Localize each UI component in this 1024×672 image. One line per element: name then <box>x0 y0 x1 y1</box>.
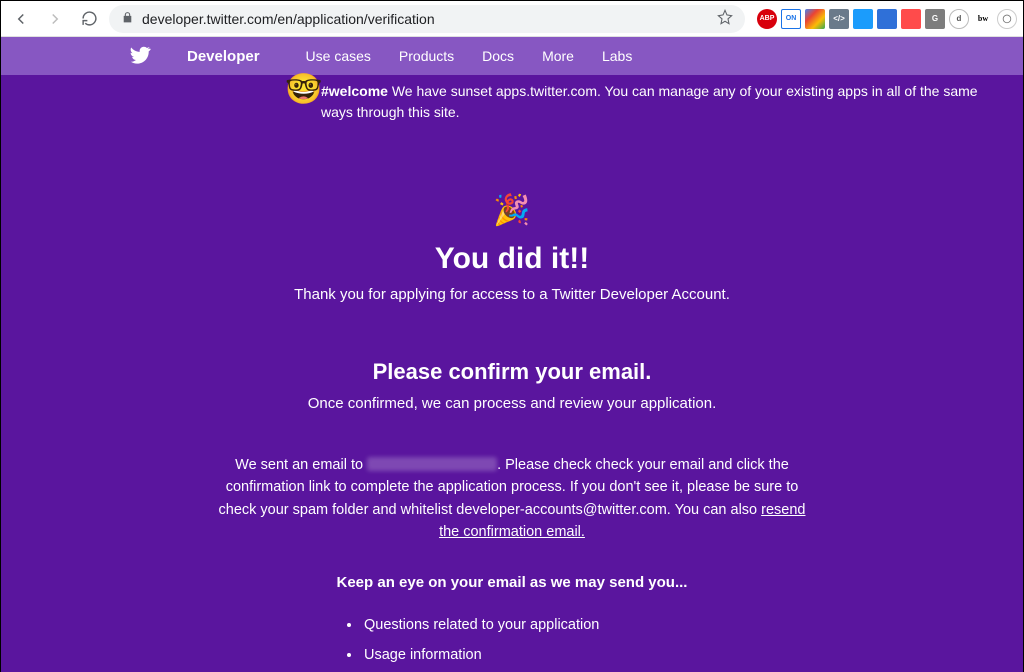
nav-brand[interactable]: Developer <box>187 48 260 65</box>
para-pre: We sent an email to <box>235 457 367 473</box>
welcome-banner: 🤓 #welcome We have sunset apps.twitter.c… <box>1 75 1023 133</box>
extension-icon[interactable]: G <box>925 9 945 29</box>
forward-button[interactable] <box>41 5 69 33</box>
email-paragraph: We sent an email to . Please check check… <box>212 454 812 544</box>
nav-products[interactable]: Products <box>399 48 454 64</box>
page-heading: You did it!! <box>162 242 862 276</box>
party-popper-icon: 🎉 <box>162 193 862 228</box>
nav-use-cases[interactable]: Use cases <box>306 48 371 64</box>
subheading-2: Once confirmed, we can process and revie… <box>162 395 862 412</box>
top-nav: Developer Use cases Products Docs More L… <box>1 37 1023 75</box>
page-body: Developer Use cases Products Docs More L… <box>1 37 1023 672</box>
lock-icon <box>121 11 134 27</box>
confirm-heading: Please confirm your email. <box>162 359 862 385</box>
twitter-bird-icon[interactable] <box>129 44 151 69</box>
keep-eye-heading: Keep an eye on your email as we may send… <box>162 574 862 591</box>
browser-toolbar: developer.twitter.com/en/application/ver… <box>1 1 1023 37</box>
main-content: 🎉 You did it!! Thank you for applying fo… <box>162 193 862 672</box>
redacted-email <box>367 457 497 471</box>
extension-icon[interactable]: d <box>949 9 969 29</box>
extension-icon[interactable] <box>853 9 873 29</box>
extension-on-icon[interactable]: ON <box>781 9 801 29</box>
nerd-face-icon: 🤓 <box>285 67 322 112</box>
bullet-list: Questions related to your application Us… <box>362 617 662 672</box>
nav-more[interactable]: More <box>542 48 574 64</box>
list-item: Usage information <box>362 647 662 663</box>
back-button[interactable] <box>7 5 35 33</box>
url-text: developer.twitter.com/en/application/ver… <box>142 11 435 27</box>
extension-icon[interactable]: ◯ <box>997 9 1017 29</box>
bookmark-star-icon[interactable] <box>717 9 733 28</box>
list-item: Questions related to your application <box>362 617 662 633</box>
banner-tag: #welcome <box>321 83 388 99</box>
nav-labs[interactable]: Labs <box>602 48 632 64</box>
extension-icon[interactable]: </> <box>829 9 849 29</box>
subheading-1: Thank you for applying for access to a T… <box>162 286 862 303</box>
nav-docs[interactable]: Docs <box>482 48 514 64</box>
extension-abp-icon[interactable]: ABP <box>757 9 777 29</box>
extension-icon[interactable] <box>877 9 897 29</box>
reload-button[interactable] <box>75 5 103 33</box>
address-bar[interactable]: developer.twitter.com/en/application/ver… <box>109 5 745 33</box>
extension-icon[interactable]: bw <box>973 9 993 29</box>
extension-icon[interactable] <box>901 9 921 29</box>
extension-icon[interactable] <box>805 9 825 29</box>
extensions-row: ABP ON </> G d bw ◯ <box>751 9 1017 29</box>
banner-text: We have sunset apps.twitter.com. You can… <box>321 83 978 120</box>
